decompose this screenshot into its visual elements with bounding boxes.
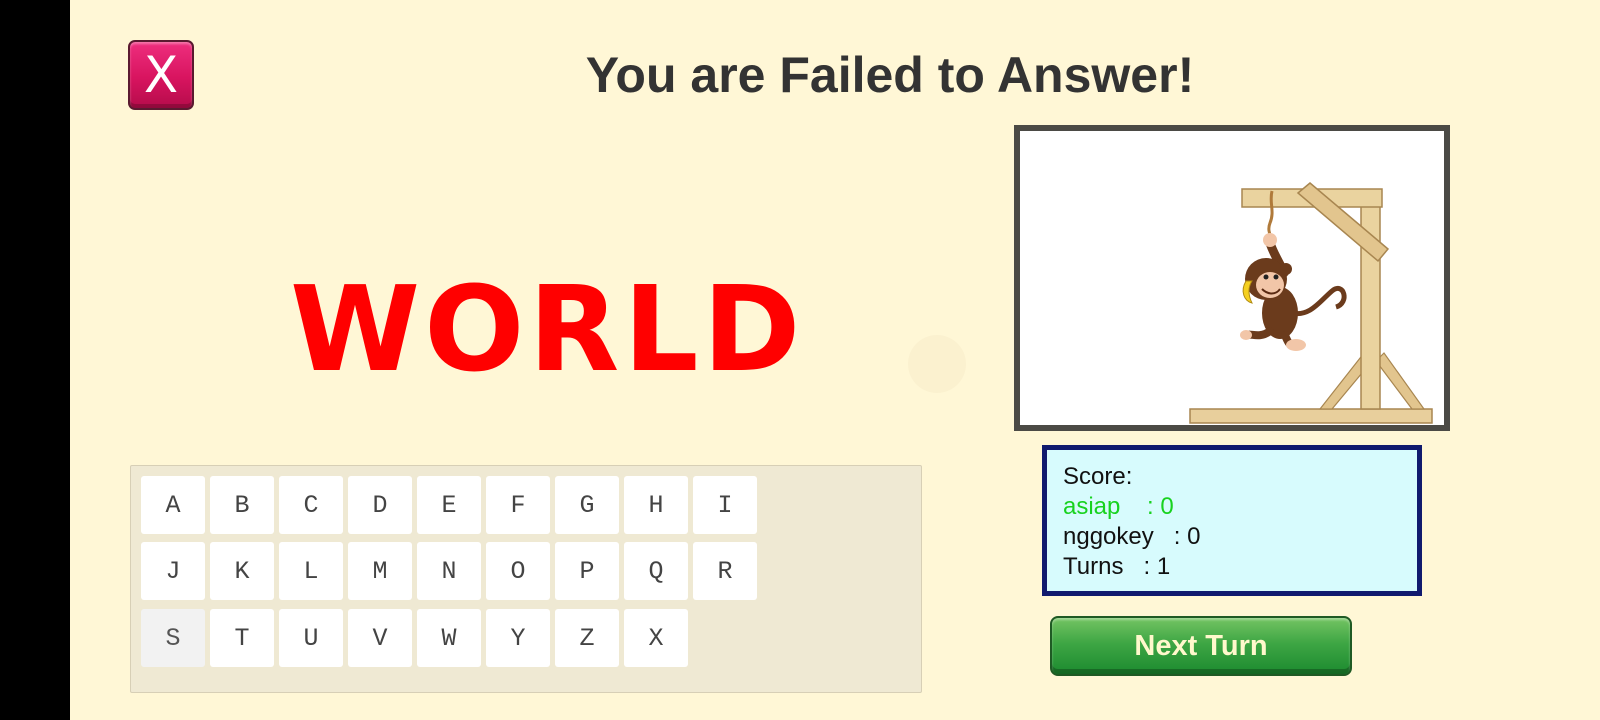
page-title: You are Failed to Answer! <box>585 47 1195 103</box>
key-c[interactable]: C <box>279 476 343 534</box>
key-s[interactable]: S <box>141 609 205 667</box>
player-name: asiap <box>1063 493 1121 520</box>
monkey-hand <box>1263 233 1277 247</box>
key-p[interactable]: P <box>555 542 619 600</box>
key-u[interactable]: U <box>279 609 343 667</box>
gallows-brace-right <box>1375 352 1426 410</box>
key-j[interactable]: J <box>141 542 205 600</box>
keyboard-row-3: S T U V W Y Z X <box>141 609 688 667</box>
letter-keyboard: A B C D E F G H I J K L M N O P Q R S T … <box>130 465 922 693</box>
key-e[interactable]: E <box>417 476 481 534</box>
decorative-circle <box>908 335 966 393</box>
gallows-base <box>1189 408 1433 424</box>
key-z[interactable]: Z <box>555 609 619 667</box>
score-heading: Score: <box>1063 463 1133 490</box>
key-h[interactable]: H <box>624 476 688 534</box>
next-turn-button[interactable]: Next Turn <box>1050 616 1352 676</box>
key-n[interactable]: N <box>417 542 481 600</box>
monkey-tail <box>1291 286 1347 317</box>
key-w[interactable]: W <box>417 609 481 667</box>
score-turns: Turns : 1 <box>1063 553 1171 580</box>
monkey-eye-left <box>1263 274 1269 280</box>
monkey-foot-left <box>1240 330 1252 340</box>
hangman-illustration-frame <box>1014 125 1450 431</box>
key-l[interactable]: L <box>279 542 343 600</box>
key-m[interactable]: M <box>348 542 412 600</box>
key-f[interactable]: F <box>486 476 550 534</box>
key-x[interactable]: X <box>624 609 688 667</box>
key-d[interactable]: D <box>348 476 412 534</box>
key-g[interactable]: G <box>555 476 619 534</box>
close-icon: X <box>143 46 179 104</box>
keyboard-row-1: A B C D E F G H I <box>141 476 757 534</box>
key-k[interactable]: K <box>210 542 274 600</box>
key-t[interactable]: T <box>210 609 274 667</box>
left-edge-bar <box>0 0 70 720</box>
monkey-ear <box>1280 263 1292 275</box>
key-b[interactable]: B <box>210 476 274 534</box>
player-name: nggokey <box>1063 523 1154 550</box>
monkey-eye-right <box>1273 274 1279 280</box>
score-player-asiap: asiap : 0 <box>1063 493 1174 520</box>
scoreboard: Score: asiap : 0 nggokey : 0 Turns : 1 <box>1042 445 1422 596</box>
key-y[interactable]: Y <box>486 609 550 667</box>
monkey-foot-right <box>1286 339 1306 351</box>
key-v[interactable]: V <box>348 609 412 667</box>
player-score: 0 <box>1187 523 1201 550</box>
turns-label: Turns <box>1063 553 1124 580</box>
key-a[interactable]: A <box>141 476 205 534</box>
turns-value: 1 <box>1156 553 1171 580</box>
player-score: 0 <box>1160 493 1174 520</box>
close-button[interactable]: X <box>128 40 194 110</box>
key-i[interactable]: I <box>693 476 757 534</box>
answer-word: WORLD <box>290 260 805 398</box>
gallows-post <box>1360 192 1381 410</box>
key-o[interactable]: O <box>486 542 550 600</box>
key-q[interactable]: Q <box>624 542 688 600</box>
score-player-nggokey: nggokey : 0 <box>1063 523 1201 550</box>
monkey-on-gallows-icon <box>1189 182 1433 424</box>
key-r[interactable]: R <box>693 542 757 600</box>
keyboard-row-2: J K L M N O P Q R <box>141 542 757 600</box>
